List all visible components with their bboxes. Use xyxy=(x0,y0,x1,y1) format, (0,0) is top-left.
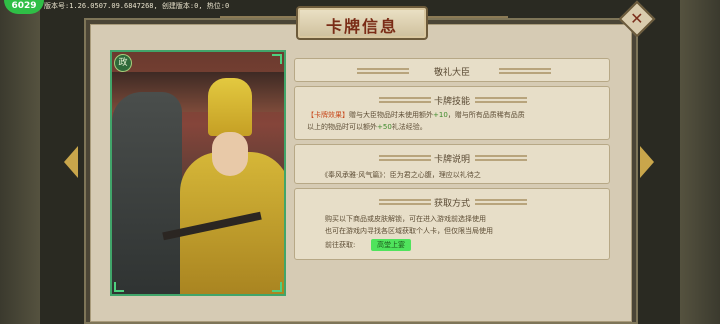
corner-decoration xyxy=(272,282,282,292)
swirl-ornament xyxy=(499,67,551,75)
swirl-ornament xyxy=(475,198,527,206)
card-source-section: 获取方式 购买以下商品或皮肤解锁，可在进入游戏前选择使用 也可在游戏内寻找各区域… xyxy=(294,188,610,260)
corner-decoration xyxy=(114,282,124,292)
swirl-ornament xyxy=(475,154,527,162)
dialog-title-plate: 卡牌信息 xyxy=(296,6,428,40)
background-right xyxy=(680,0,720,324)
card-name: 敬礼大臣 xyxy=(433,68,470,78)
card-desc-section: 卡牌说明 《奉风承雅·风气篇》：臣为君之心腹，理应以礼待之 xyxy=(294,144,610,184)
dialog-title: 卡牌信息 xyxy=(325,17,398,36)
card-name-section: 敬礼大臣 xyxy=(294,58,610,82)
goto-label: 前往获取: xyxy=(325,241,356,249)
swirl-ornament xyxy=(475,96,527,104)
card-skill-title: 卡牌技能 xyxy=(433,97,470,107)
background-left xyxy=(0,0,40,324)
prev-card-arrow-icon[interactable] xyxy=(64,146,78,178)
card-desc-title: 卡牌说明 xyxy=(433,155,470,165)
card-skill-text: 【卡牌效果】赠与大臣物品时未使用额外+10，赠与所有品质稀有品质 以上的物品时可… xyxy=(307,111,525,131)
card-desc-text: 《奉风承雅·风气篇》：臣为君之心腹，理应以礼待之 xyxy=(321,171,481,179)
version-text: 版本号:1.26.0507.09.6847268, 创建版本:0, 热位:0 xyxy=(44,2,230,10)
minister-hat xyxy=(208,78,252,136)
minister-face xyxy=(212,132,248,176)
corner-decoration xyxy=(272,54,282,64)
card-portrait: 政 xyxy=(110,50,286,296)
title-ornament-right xyxy=(424,16,508,18)
title-ornament-left xyxy=(220,16,296,18)
soldier-figure xyxy=(112,92,182,294)
card-source-text: 购买以下商品或皮肤解锁，可在进入游戏前选择使用 也可在游戏内寻找各区域获取个人卡… xyxy=(325,215,493,235)
card-source-title: 获取方式 xyxy=(433,199,470,209)
next-card-arrow-icon[interactable] xyxy=(640,146,654,178)
card-skill-section: 卡牌技能 【卡牌效果】赠与大臣物品时未使用额外+10，赠与所有品质稀有品质 以上… xyxy=(294,86,610,140)
close-icon: ✕ xyxy=(630,9,644,28)
goto-acquire-button[interactable]: 高堂上宴 xyxy=(371,239,411,251)
politics-badge-icon: 政 xyxy=(114,54,132,72)
